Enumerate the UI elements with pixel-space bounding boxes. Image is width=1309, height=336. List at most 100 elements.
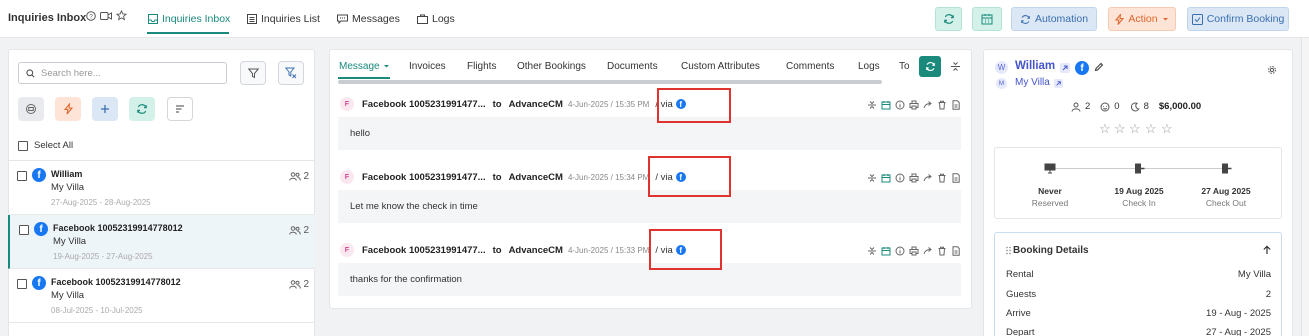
tab-custom-attributes[interactable]: Custom Attributes — [681, 61, 760, 72]
collapse-button[interactable] — [945, 56, 965, 77]
print-icon[interactable] — [909, 246, 919, 256]
users-icon — [289, 172, 302, 181]
automation-button[interactable]: Automation — [1011, 7, 1097, 31]
tab-scrollbar[interactable] — [338, 80, 882, 84]
star-icon[interactable] — [116, 10, 127, 21]
clear-filter-button[interactable] — [278, 61, 304, 85]
conversation-item[interactable]: f Facebook 10052319914778012 My Villa 19… — [8, 215, 315, 269]
select-all[interactable]: Select All — [18, 140, 73, 151]
rating-star-icon[interactable]: ☆ — [1114, 121, 1126, 137]
conversation-item[interactable]: f Facebook 10052319914778012 My Villa 08… — [8, 269, 315, 323]
guest-name[interactable]: William — [1015, 60, 1055, 72]
guest-count-value: 2 — [303, 279, 309, 290]
reserved-label: Reserved — [1031, 198, 1069, 208]
message-item: F Facebook 1005231991477... to AdvanceCM… — [338, 237, 961, 297]
calendar-icon[interactable] — [881, 173, 891, 183]
nav-label: Logs — [432, 13, 455, 25]
info-icon[interactable] — [895, 100, 905, 110]
sender-avatar: F — [340, 170, 354, 184]
tab-comments[interactable]: Comments — [786, 61, 834, 72]
nav-inquiries-inbox[interactable]: Inquiries Inbox — [148, 13, 230, 25]
rating-star-icon[interactable]: ☆ — [1099, 121, 1111, 137]
forward-icon[interactable] — [923, 100, 933, 110]
guest-count: 2 — [289, 225, 309, 236]
tab-documents[interactable]: Documents — [607, 61, 658, 72]
print-icon[interactable] — [909, 173, 919, 183]
rating-star-icon[interactable]: ☆ — [1145, 121, 1157, 137]
info-icon[interactable] — [895, 173, 905, 183]
document-icon[interactable] — [951, 100, 961, 110]
check-out-icon — [1222, 163, 1232, 174]
archive-button[interactable] — [18, 97, 44, 121]
sender-name: Facebook 1005231991477... — [362, 98, 486, 110]
message-actions — [867, 246, 961, 256]
sync-button[interactable] — [129, 97, 155, 121]
conversation-guest-name: Facebook 10052319914778012 — [53, 223, 183, 233]
add-button[interactable] — [92, 97, 118, 121]
delete-icon[interactable] — [937, 100, 947, 110]
print-icon[interactable] — [909, 100, 919, 110]
select-all-checkbox[interactable] — [18, 140, 28, 151]
nav-messages[interactable]: Messages — [337, 13, 400, 25]
refresh-icon — [137, 104, 147, 114]
confirm-icon — [1191, 13, 1203, 25]
tabs-refresh-button[interactable] — [919, 56, 941, 77]
nav-logs[interactable]: Logs — [417, 13, 455, 25]
conversation-checkbox[interactable] — [17, 171, 27, 181]
rating-star-icon[interactable]: ☆ — [1161, 121, 1173, 137]
action-label: Action — [1128, 13, 1158, 25]
calendar-icon[interactable] — [881, 100, 891, 110]
tab-other-bookings[interactable]: Other Bookings — [517, 61, 586, 72]
tab-message[interactable]: Message — [339, 61, 390, 72]
rating-star-icon[interactable]: ☆ — [1129, 121, 1141, 137]
briefcase-icon — [417, 14, 428, 24]
expand-icon[interactable] — [867, 100, 877, 110]
delete-icon[interactable] — [937, 173, 947, 183]
message-actions — [867, 173, 961, 183]
drag-handle-icon[interactable] — [1006, 246, 1011, 255]
confirm-booking-button[interactable]: Confirm Booking — [1187, 7, 1289, 31]
document-icon[interactable] — [951, 246, 961, 256]
calendar-button[interactable] — [972, 7, 1002, 31]
detail-label: Guests — [1006, 289, 1037, 300]
conversation-checkbox[interactable] — [17, 279, 27, 289]
booking-details-header[interactable]: Booking Details — [1006, 245, 1089, 256]
help-icon[interactable]: ? — [86, 11, 96, 21]
booking-details-title: Booking Details — [1013, 245, 1089, 256]
delete-icon[interactable] — [937, 246, 947, 256]
external-link-icon[interactable] — [1060, 63, 1070, 73]
nav-inquiries-list[interactable]: Inquiries List — [247, 13, 320, 25]
arrow-up-icon[interactable] — [1262, 245, 1272, 255]
external-link-icon[interactable] — [1054, 79, 1063, 88]
info-icon[interactable] — [895, 246, 905, 256]
quick-action-button[interactable] — [55, 97, 81, 121]
conversation-item[interactable]: f William My Villa 27-Aug-2025 - 28-Aug-… — [8, 161, 315, 215]
check-out-label: Check Out — [1205, 198, 1247, 208]
video-icon[interactable] — [100, 11, 112, 21]
gear-icon[interactable] — [1267, 65, 1277, 75]
sort-button[interactable] — [167, 97, 193, 121]
property-name[interactable]: My Villa — [1015, 77, 1050, 88]
filter-button[interactable] — [240, 61, 266, 85]
expand-icon[interactable] — [867, 173, 877, 183]
conversation-checkbox[interactable] — [19, 225, 29, 235]
chevron-down-icon — [383, 65, 389, 68]
calendar-icon — [981, 14, 993, 25]
document-icon[interactable] — [951, 173, 961, 183]
forward-icon[interactable] — [923, 246, 933, 256]
tab-logs[interactable]: Logs — [858, 61, 880, 72]
edit-icon[interactable] — [1094, 62, 1104, 72]
action-button[interactable]: Action — [1108, 7, 1176, 31]
refresh-button[interactable] — [935, 7, 962, 31]
tab-truncated[interactable]: To — [899, 61, 909, 72]
calendar-icon[interactable] — [881, 246, 891, 256]
forward-icon[interactable] — [923, 173, 933, 183]
message-header: F Facebook 1005231991477... to AdvanceCM… — [338, 164, 961, 190]
tab-flights[interactable]: Flights — [467, 61, 496, 72]
users-icon — [289, 280, 302, 289]
booking-timeline — [994, 147, 1282, 219]
expand-icon[interactable] — [867, 246, 877, 256]
window-scrollbar[interactable] — [1301, 38, 1309, 336]
search-input[interactable]: Search here... — [18, 62, 227, 84]
tab-invoices[interactable]: Invoices — [409, 61, 446, 72]
